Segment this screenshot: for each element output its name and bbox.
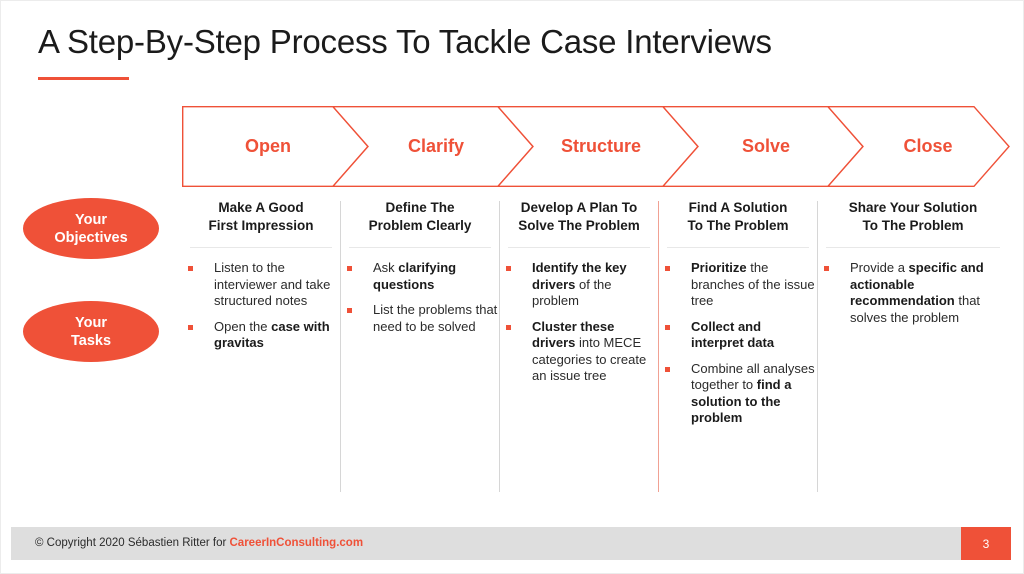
row-label-your-tasks: Your Tasks xyxy=(23,301,159,362)
column-structure: Develop A Plan To Solve The Problem Iden… xyxy=(500,199,658,394)
footer-copyright-text: © Copyright 2020 Sébastien Ritter for xyxy=(35,537,230,549)
bullet-list-open: Listen to the interviewer and take struc… xyxy=(182,260,340,352)
bullet-text: List the problems that need to be solved xyxy=(373,302,498,334)
column-heading-close-line2: To The Problem xyxy=(862,218,964,233)
bullet-text: Provide a xyxy=(850,260,909,275)
row-label-your-objectives: Your Objectives xyxy=(23,198,159,259)
process-step-clarify[interactable]: Clarify xyxy=(350,106,522,187)
slide: A Step-By-Step Process To Tackle Case In… xyxy=(0,0,1024,574)
process-step-solve[interactable]: Solve xyxy=(680,106,852,187)
column-heading-open: Make A Good First Impression xyxy=(182,199,340,235)
row-label-tasks-line2: Tasks xyxy=(70,332,112,349)
column-open: Make A Good First Impression Listen to t… xyxy=(182,199,340,361)
bullet-square-icon xyxy=(506,324,511,330)
bullet-text: Combine all analyses together to xyxy=(691,360,815,393)
column-heading-open-line1: Make A Good xyxy=(218,200,304,215)
bullet-square-icon xyxy=(188,324,193,330)
column-heading-clarify: Define The Problem Clearly xyxy=(341,199,499,235)
row-label-tasks-line1: Your xyxy=(75,314,107,331)
column-solve: Find A Solution To The Problem Prioritiz… xyxy=(659,199,817,436)
column-clarify: Define The Problem Clearly Ask clarifyin… xyxy=(341,199,499,344)
column-heading-close-line1: Share Your Solution xyxy=(848,200,978,215)
bullet-square-icon xyxy=(506,266,511,271)
content-columns: Make A Good First Impression Listen to t… xyxy=(182,199,1023,494)
bullet-square-icon xyxy=(188,266,193,271)
bullet-square-icon xyxy=(665,266,670,271)
bullet-item: Collect and interpret data xyxy=(659,319,817,352)
bullet-text: Ask xyxy=(373,260,399,275)
column-heading-rule xyxy=(190,247,332,248)
bullet-text: Listen to the interviewer and take struc… xyxy=(214,260,331,308)
row-label-objectives-line1: Your xyxy=(75,211,107,228)
column-heading-rule xyxy=(349,247,491,248)
bullet-text-emphasis: Prioritize xyxy=(691,260,747,275)
page-number: 3 xyxy=(982,536,990,551)
column-heading-structure-line1: Develop A Plan To xyxy=(520,200,638,215)
bullet-text-emphasis: Collect and interpret data xyxy=(691,318,775,351)
bullet-item: Combine all analyses together to find a … xyxy=(659,361,817,427)
title-accent-rule xyxy=(38,77,129,80)
process-chevron-bar: Open Clarify Structure Solve Close xyxy=(182,106,1010,187)
column-heading-rule xyxy=(667,247,809,248)
bullet-square-icon xyxy=(347,266,352,271)
column-heading-solve-line1: Find A Solution xyxy=(688,200,788,215)
process-step-open[interactable]: Open xyxy=(182,106,354,187)
column-heading-clarify-line2: Problem Clearly xyxy=(368,218,472,233)
bullet-list-clarify: Ask clarifying questions List the problem… xyxy=(341,260,499,335)
bullet-item: Identify the key drivers of the problem xyxy=(500,260,658,310)
bullet-item: Listen to the interviewer and take struc… xyxy=(182,260,340,310)
bullet-item: Ask clarifying questions xyxy=(341,260,499,293)
bullet-square-icon xyxy=(665,324,670,330)
column-close: Share Your Solution To The Problem Provi… xyxy=(818,199,1008,335)
process-step-close[interactable]: Close xyxy=(842,106,1014,187)
page-number-badge: 3 xyxy=(961,527,1011,560)
column-heading-clarify-line1: Define The xyxy=(385,200,455,215)
bullet-list-structure: Identify the key drivers of the problem C… xyxy=(500,260,658,385)
footer-brand-link[interactable]: CareerInConsulting.com xyxy=(230,537,364,549)
bullet-item: List the problems that need to be solved xyxy=(341,302,499,335)
process-step-structure[interactable]: Structure xyxy=(515,106,687,187)
page-title: A Step-By-Step Process To Tackle Case In… xyxy=(38,23,772,60)
column-heading-rule xyxy=(826,247,1000,248)
column-heading-structure-line2: Solve The Problem xyxy=(518,218,640,233)
column-heading-open-line2: First Impression xyxy=(208,218,314,233)
footer-bar: © Copyright 2020 Sébastien Ritter for Ca… xyxy=(11,527,961,560)
bullet-item: Open the case with gravitas xyxy=(182,319,340,352)
column-heading-rule xyxy=(508,247,650,248)
bullet-list-close: Provide a specific and actionable recomm… xyxy=(818,260,1008,326)
bullet-list-solve: Prioritize the branches of the issue tre… xyxy=(659,260,817,427)
bullet-item: Cluster these drivers into MECE categori… xyxy=(500,319,658,385)
bullet-square-icon xyxy=(824,266,829,271)
column-heading-solve-line2: To The Problem xyxy=(687,218,789,233)
column-heading-structure: Develop A Plan To Solve The Problem xyxy=(500,199,658,235)
bullet-square-icon xyxy=(347,308,352,313)
bullet-item: Provide a specific and actionable recomm… xyxy=(818,260,1008,326)
row-label-objectives-line2: Objectives xyxy=(54,229,128,246)
footer-copyright: © Copyright 2020 Sébastien Ritter for Ca… xyxy=(35,527,363,560)
bullet-item: Prioritize the branches of the issue tre… xyxy=(659,260,817,310)
bullet-square-icon xyxy=(665,366,670,372)
column-heading-close: Share Your Solution To The Problem xyxy=(818,199,1008,235)
column-heading-solve: Find A Solution To The Problem xyxy=(659,199,817,235)
bullet-text: Open the xyxy=(214,318,272,334)
